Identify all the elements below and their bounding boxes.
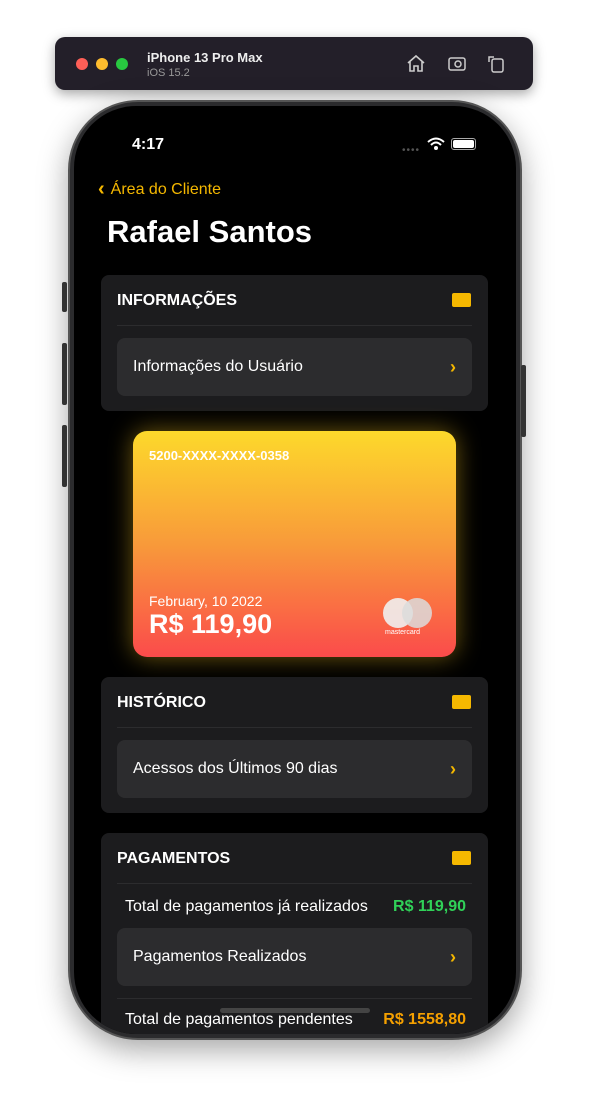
pending-value: R$ 1558,80 [383, 1011, 466, 1028]
battery-icon [451, 138, 476, 150]
section-header: INFORMAÇÕES [117, 292, 237, 309]
info-section: INFORMAÇÕES Informações do Usuário › [101, 275, 488, 411]
back-button[interactable]: ‹ Área do Cliente [98, 178, 221, 201]
paid-value: R$ 119,90 [393, 898, 466, 915]
paid-label: Total de pagamentos já realizados [125, 898, 368, 915]
chevron-right-icon: › [450, 758, 456, 779]
row-label: Pagamentos Realizados [133, 948, 307, 965]
section-header: HISTÓRICO [117, 694, 206, 711]
volume-up-button [62, 343, 67, 405]
row-label: Informações do Usuário [133, 358, 303, 375]
rotate-icon[interactable] [485, 52, 507, 74]
cellular-icon: •••• [402, 145, 421, 156]
paid-total: Total de pagamentos já realizados R$ 119… [125, 898, 466, 916]
person-card-icon [452, 293, 471, 307]
access-history-row[interactable]: Acessos dos Últimos 90 dias › [117, 740, 472, 798]
credit-card-icon [452, 851, 471, 865]
payments-section: PAGAMENTOS Total de pagamentos já realiz… [101, 833, 488, 1034]
divider [117, 883, 472, 884]
home-indicator[interactable] [220, 1008, 370, 1013]
payments-made-row[interactable]: Pagamentos Realizados › [117, 928, 472, 986]
mastercard-logo: mastercard [383, 598, 433, 636]
card-date: February, 10 2022 [149, 593, 263, 609]
volume-down-button [62, 425, 67, 487]
simulator-titlebar: iPhone 13 Pro Max iOS 15.2 [55, 37, 533, 90]
chevron-right-icon: › [450, 946, 456, 967]
minimize-window-button[interactable] [96, 58, 108, 70]
divider [117, 325, 472, 326]
divider [117, 727, 472, 728]
back-label: Área do Cliente [110, 180, 221, 198]
history-section: HISTÓRICO Acessos dos Últimos 90 dias › [101, 677, 488, 813]
pending-total: Total de pagamentos pendentes R$ 1558,80 [125, 1011, 466, 1029]
row-label: Acessos dos Últimos 90 dias [133, 760, 338, 777]
device-name: iPhone 13 Pro Max [147, 50, 263, 65]
card-number: 5200-XXXX-XXXX-0358 [149, 448, 290, 463]
credit-card[interactable]: 5200-XXXX-XXXX-0358 February, 10 2022 R$… [133, 431, 456, 657]
chevron-right-icon: › [450, 356, 456, 377]
power-button [521, 365, 526, 437]
page-title: Rafael Santos [107, 214, 313, 249]
user-info-row[interactable]: Informações do Usuário › [117, 338, 472, 396]
home-icon[interactable] [405, 52, 427, 74]
list-icon [452, 695, 471, 709]
os-version: iOS 15.2 [147, 67, 190, 79]
pending-label: Total de pagamentos pendentes [125, 1011, 353, 1028]
status-time: 4:17 [132, 136, 165, 153]
divider [117, 998, 472, 999]
mute-switch [62, 282, 67, 312]
phone-screen: 4:17 •••• ‹ Área do Cliente Rafael Santo… [74, 106, 516, 1034]
zoom-window-button[interactable] [116, 58, 128, 70]
card-amount: R$ 119,90 [149, 609, 273, 639]
section-header: PAGAMENTOS [117, 850, 231, 867]
screenshot-icon[interactable] [446, 52, 468, 74]
close-window-button[interactable] [76, 58, 88, 70]
chevron-left-icon: ‹ [98, 178, 105, 200]
wifi-icon [427, 137, 445, 150]
